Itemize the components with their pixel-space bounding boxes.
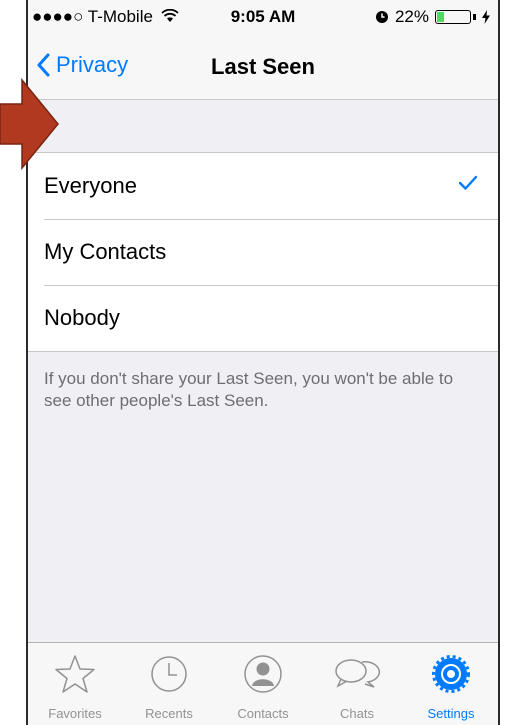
status-right: 22% [375,7,490,27]
page-title: Last Seen [211,54,315,79]
battery-icon [435,10,471,24]
tab-chats[interactable]: Chats [310,643,404,725]
tab-label: Contacts [237,706,289,721]
tab-label: Settings [427,706,475,721]
tab-recents[interactable]: Recents [122,643,216,725]
battery-nub [473,14,476,20]
status-bar: ●●●●○ T-Mobile 9:05 AM 22% [28,0,498,36]
tab-contacts[interactable]: Contacts [216,643,310,725]
option-everyone[interactable]: Everyone [28,153,498,219]
annotation-arrow [0,78,59,170]
phone-screen: ●●●●○ T-Mobile 9:05 AM 22% Privacy Last … [26,0,500,725]
option-nobody[interactable]: Nobody [28,285,498,351]
navigation-bar: Privacy Last Seen [28,36,498,100]
last-seen-footnote: If you don't share your Last Seen, you w… [44,369,454,410]
tab-bar: Favorites Recents Contacts Chats Setting… [28,642,498,725]
tab-settings[interactable]: Settings [404,643,498,725]
tab-favorites[interactable]: Favorites [28,643,122,725]
option-label: My Contacts [44,239,167,264]
option-label: Nobody [44,305,120,330]
battery-fill [437,12,444,22]
alarm-icon [375,11,388,23]
tab-label: Chats [340,706,374,721]
option-my-contacts[interactable]: My Contacts [28,219,498,285]
battery-percent: 22% [394,7,429,26]
tab-label: Favorites [48,706,102,721]
chat-bubbles-icon [335,659,380,688]
gear-icon [432,655,470,693]
star-icon [55,655,95,693]
last-seen-options: Everyone My Contacts Nobody [28,152,498,352]
person-icon [244,655,282,693]
charging-bolt-icon [482,10,490,24]
checkmark-icon [458,175,478,190]
clock-icon [151,656,187,692]
tab-label: Recents [145,706,193,721]
option-label: Everyone [44,173,137,198]
